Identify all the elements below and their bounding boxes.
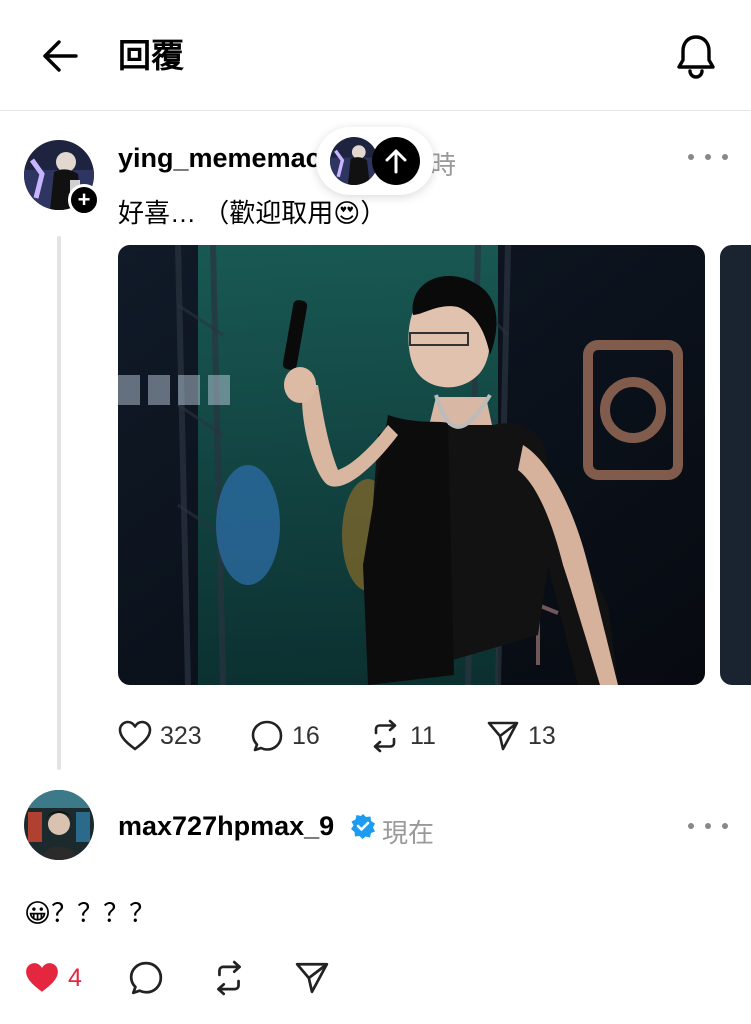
- reply-text: 😀？？？？: [24, 898, 156, 928]
- post-more-button[interactable]: [688, 147, 728, 167]
- avatar-photo: [330, 137, 378, 185]
- dot-icon: [705, 154, 711, 160]
- reply-more-button[interactable]: [688, 816, 728, 836]
- like-count: 323: [160, 721, 202, 750]
- send-icon: [487, 721, 519, 751]
- arrow-up-icon: [385, 149, 407, 174]
- concert-photo: [118, 245, 705, 685]
- top-bar: 回覆: [0, 0, 751, 111]
- next-photo-preview[interactable]: [720, 245, 751, 685]
- follow-plus-button[interactable]: +: [68, 184, 100, 216]
- arrow-left-icon: [43, 40, 78, 72]
- dot-icon: [688, 823, 694, 829]
- repost-icon: [373, 719, 397, 753]
- share-count: 13: [528, 721, 556, 750]
- dot-icon: [722, 154, 728, 160]
- repost-icon: [217, 960, 241, 996]
- thread-connector-line: [57, 236, 61, 770]
- reply-username[interactable]: max727hpmax_9: [118, 811, 334, 842]
- reply-button[interactable]: 16: [250, 716, 320, 756]
- reply-author-avatar[interactable]: [24, 790, 94, 860]
- reply-like-button[interactable]: 4: [24, 958, 82, 998]
- dot-icon: [705, 823, 711, 829]
- post-text: 好喜… （歡迎取用😍）: [118, 198, 387, 228]
- scroll-to-top-pill[interactable]: [316, 127, 434, 195]
- notifications-button[interactable]: [668, 28, 724, 84]
- reply-like-count: 4: [68, 963, 82, 992]
- reply-comment-button[interactable]: [128, 958, 164, 998]
- bell-icon: [677, 35, 715, 79]
- avatar-photo: [24, 790, 94, 860]
- comment-icon: [129, 961, 163, 995]
- back-button[interactable]: [36, 34, 84, 78]
- comment-icon: [251, 720, 283, 752]
- post-photo[interactable]: [118, 245, 705, 685]
- share-button[interactable]: 13: [486, 716, 556, 756]
- heart-filled-icon: [26, 963, 58, 992]
- reply-share-button[interactable]: [294, 958, 330, 998]
- reply-timestamp: 現在: [382, 818, 435, 848]
- pill-avatar: [330, 137, 378, 185]
- reply-count: 16: [292, 721, 320, 750]
- page-title: 回覆: [118, 37, 184, 74]
- reply-repost-button[interactable]: [211, 958, 247, 998]
- dot-icon: [688, 154, 694, 160]
- post-username[interactable]: ying_mememac: [118, 143, 321, 174]
- send-icon: [295, 962, 329, 994]
- heart-icon: [118, 720, 152, 751]
- arrow-up-button: [372, 137, 420, 185]
- dot-icon: [722, 823, 728, 829]
- like-button[interactable]: 323: [118, 716, 202, 756]
- repost-count: 11: [410, 721, 436, 750]
- repost-button[interactable]: 11: [368, 716, 436, 756]
- verified-badge-icon: [351, 814, 375, 839]
